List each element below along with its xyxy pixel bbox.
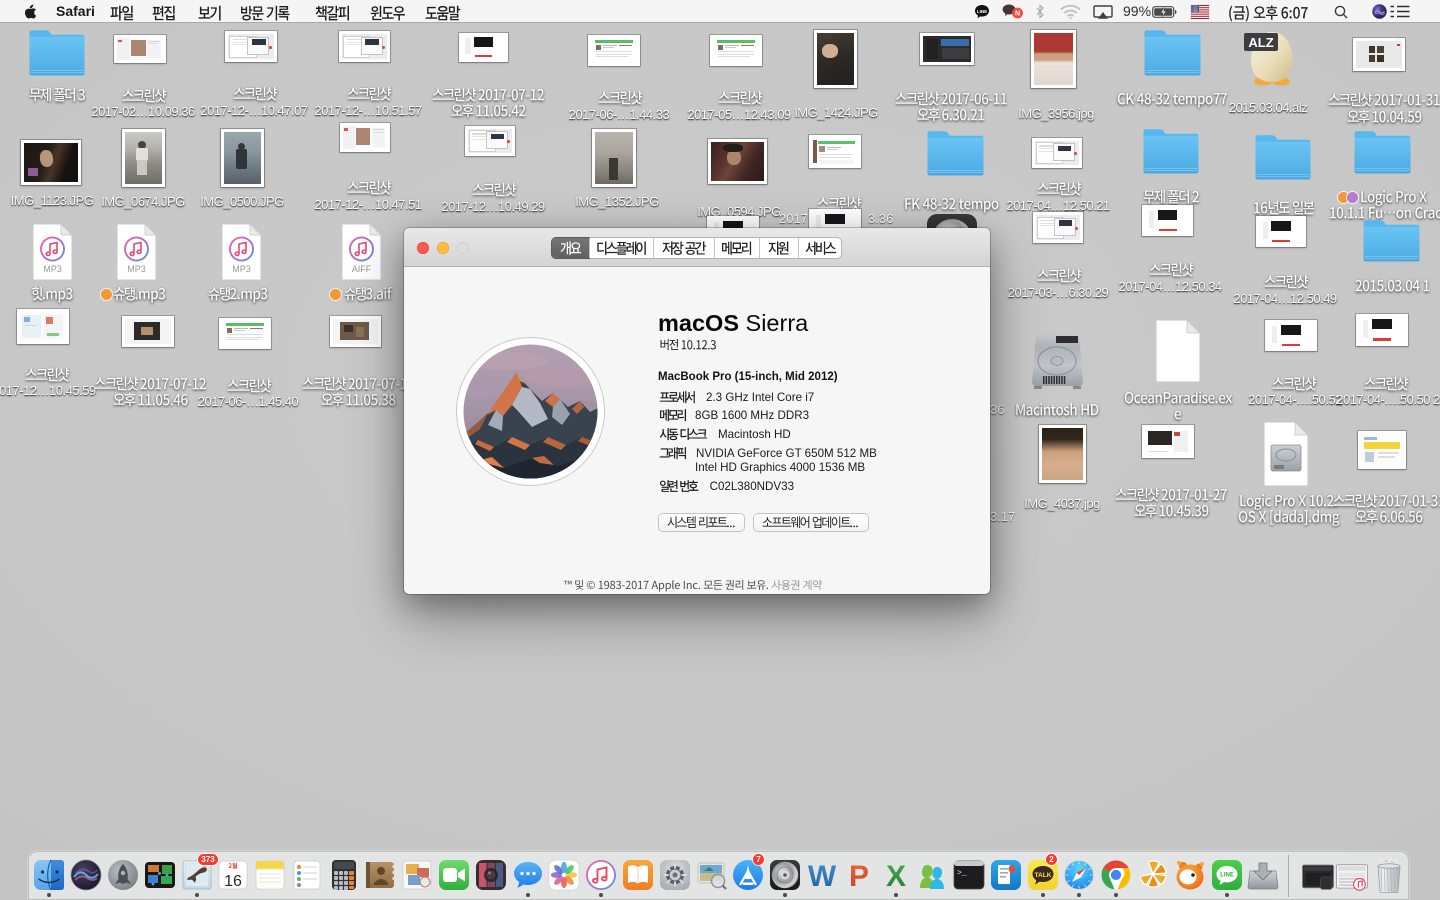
svg-text:TALK: TALK [1034, 872, 1051, 879]
svg-text:>_: >_ [957, 869, 967, 878]
svg-text:N: N [1015, 10, 1020, 17]
svg-text:MP3: MP3 [127, 264, 146, 274]
svg-text:LINE: LINE [1220, 873, 1234, 879]
svg-text:W: W [808, 860, 837, 893]
svg-text:P: P [849, 860, 869, 893]
svg-text:LINE: LINE [977, 9, 987, 14]
svg-text:16: 16 [224, 873, 242, 890]
svg-text:AIFF: AIFF [352, 264, 372, 274]
svg-text:X: X [885, 860, 905, 893]
svg-text:MP3: MP3 [232, 264, 251, 274]
svg-text:ALZ: ALZ [1248, 35, 1273, 50]
svg-text:MP3: MP3 [43, 264, 62, 274]
